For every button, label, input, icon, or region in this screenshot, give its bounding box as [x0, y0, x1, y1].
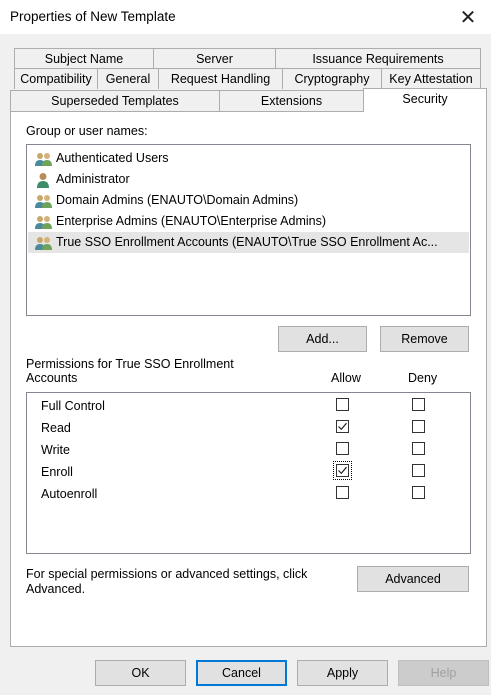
deny-autoenroll-checkbox[interactable]: [412, 486, 425, 499]
allow-header: Allow: [331, 371, 361, 385]
add-button[interactable]: Add...: [278, 326, 367, 352]
permissions-list: Full Control Read Write Enroll Autoenrol…: [26, 392, 471, 554]
tab-security[interactable]: Security: [363, 88, 487, 112]
permission-name: Enroll: [41, 465, 73, 479]
deny-write-checkbox[interactable]: [412, 442, 425, 455]
group-icon: [34, 214, 54, 230]
apply-button[interactable]: Apply: [297, 660, 388, 686]
allow-write-checkbox[interactable]: [336, 442, 349, 455]
user-listbox[interactable]: Authenticated Users Administrator Domain…: [26, 144, 471, 316]
permissions-label-line2: Accounts: [26, 371, 78, 385]
allow-read-checkbox[interactable]: [336, 420, 349, 433]
permissions-label-line1: Permissions for True SSO Enrollment: [26, 357, 234, 371]
deny-enroll-checkbox[interactable]: [412, 464, 425, 477]
list-item[interactable]: Enterprise Admins (ENAUTO\Enterprise Adm…: [28, 211, 326, 232]
advanced-button[interactable]: Advanced: [357, 566, 469, 592]
allow-enroll-checkbox[interactable]: [336, 464, 349, 477]
checkmark-icon: [338, 466, 347, 475]
permission-name: Write: [41, 443, 70, 457]
checkmark-icon: [338, 422, 347, 431]
special-permissions-line2: Advanced.: [26, 582, 86, 596]
tab-extensions[interactable]: Extensions: [219, 90, 364, 111]
tab-server[interactable]: Server: [153, 48, 276, 69]
permission-name: Full Control: [41, 399, 105, 413]
list-item[interactable]: Authenticated Users: [28, 148, 169, 169]
deny-read-checkbox[interactable]: [412, 420, 425, 433]
group-icon: [34, 235, 54, 251]
tab-cryptography[interactable]: Cryptography: [282, 68, 382, 89]
group-icon: [34, 151, 54, 167]
cancel-button[interactable]: Cancel: [196, 660, 287, 686]
group-label: Group or user names:: [26, 124, 148, 138]
tab-request-handling[interactable]: Request Handling: [158, 68, 283, 89]
deny-header: Deny: [408, 371, 438, 385]
ok-button[interactable]: OK: [95, 660, 186, 686]
close-icon[interactable]: ✕: [453, 3, 483, 31]
help-button: Help: [398, 660, 489, 686]
group-icon: [34, 193, 54, 209]
remove-button[interactable]: Remove: [380, 326, 469, 352]
tab-subject-name[interactable]: Subject Name: [14, 48, 154, 69]
tab-superseded-templates[interactable]: Superseded Templates: [10, 90, 220, 111]
deny-full-control-checkbox[interactable]: [412, 398, 425, 411]
tab-general[interactable]: General: [97, 68, 159, 89]
permission-name: Read: [41, 421, 71, 435]
tab-issuance-requirements[interactable]: Issuance Requirements: [275, 48, 481, 69]
user-icon: [34, 172, 54, 188]
allow-full-control-checkbox[interactable]: [336, 398, 349, 411]
tab-compatibility[interactable]: Compatibility: [14, 68, 98, 89]
list-item[interactable]: Administrator: [28, 169, 130, 190]
tab-key-attestation[interactable]: Key Attestation: [381, 68, 481, 89]
list-item[interactable]: Domain Admins (ENAUTO\Domain Admins): [28, 190, 298, 211]
permission-name: Autoenroll: [41, 487, 98, 501]
list-item-selected[interactable]: True SSO Enrollment Accounts (ENAUTO\Tru…: [28, 232, 469, 253]
window-title: Properties of New Template: [10, 9, 176, 24]
special-permissions-line1: For special permissions or advanced sett…: [26, 567, 308, 581]
allow-autoenroll-checkbox[interactable]: [336, 486, 349, 499]
title-bar: Properties of New Template ✕: [0, 0, 491, 34]
